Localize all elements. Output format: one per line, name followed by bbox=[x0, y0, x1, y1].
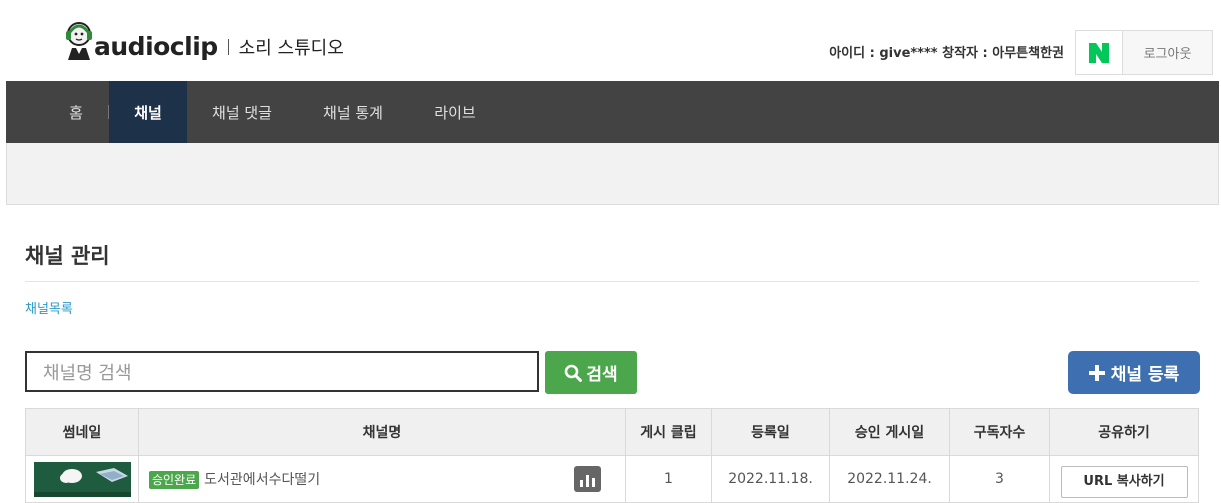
header: audioclip 소리 스튜디오 아이디 : give**** 창작자 : 아… bbox=[0, 0, 1221, 81]
main-nav: 홈 채널 채널 댓글 채널 통계 라이브 bbox=[6, 81, 1219, 143]
table-header-row: 썸네일 채널명 게시 클립 등록일 승인 게시일 구독자수 공유하기 bbox=[25, 408, 1199, 456]
share-cell: URL 복사하기 bbox=[1049, 455, 1199, 503]
nav-item-home[interactable]: 홈 bbox=[56, 81, 96, 143]
plus-icon bbox=[1088, 364, 1105, 381]
magnifier-icon bbox=[565, 364, 583, 382]
logo-divider bbox=[227, 39, 229, 55]
register-button-label: 채널 등록 bbox=[1110, 365, 1180, 385]
sub-nav-bar bbox=[6, 143, 1219, 205]
approved-cell: 2022.11.24. bbox=[829, 455, 950, 503]
channel-table: 썸네일 채널명 게시 클립 등록일 승인 게시일 구독자수 공유하기 승인완료 … bbox=[25, 408, 1199, 503]
table-row: 승인완료 도서관에서수다떨기 1 2022.11.18. 2022.11.24. … bbox=[25, 455, 1199, 503]
col-subscribers: 구독자수 bbox=[949, 408, 1050, 456]
col-thumbnail: 썸네일 bbox=[25, 408, 139, 456]
page-title: 채널 관리 bbox=[25, 244, 110, 268]
subscribers-cell: 3 bbox=[949, 455, 1050, 503]
bar-chart-icon[interactable] bbox=[574, 466, 601, 492]
studio-title: 소리 스튜디오 bbox=[238, 37, 344, 59]
register-channel-button[interactable]: 채널 등록 bbox=[1068, 351, 1200, 394]
nav-item-channel-comments[interactable]: 채널 댓글 bbox=[198, 81, 286, 143]
nav-item-channel-stats[interactable]: 채널 통계 bbox=[309, 81, 397, 143]
title-divider bbox=[25, 281, 1199, 282]
thumbnail-cell bbox=[25, 455, 139, 503]
naver-button[interactable] bbox=[1075, 30, 1123, 75]
logo-text: audioclip bbox=[94, 31, 218, 61]
headphone-person-icon bbox=[62, 20, 96, 62]
search-button-label: 검색 bbox=[586, 365, 618, 385]
nav-item-channel[interactable]: 채널 bbox=[109, 81, 187, 143]
user-info: 아이디 : give**** 창작자 : 아무튼책한권 bbox=[829, 46, 1064, 61]
status-badge: 승인완료 bbox=[149, 471, 200, 489]
audioclip-logo[interactable]: audioclip 소리 스튜디오 bbox=[62, 18, 344, 64]
breadcrumb-channel-list[interactable]: 채널목록 bbox=[25, 298, 73, 317]
col-channel-name: 채널명 bbox=[138, 408, 626, 456]
clips-cell: 1 bbox=[625, 455, 712, 503]
channel-name-link[interactable]: 도서관에서수다떨기 bbox=[204, 472, 320, 488]
search-button[interactable]: 검색 bbox=[545, 351, 637, 394]
col-approved: 승인 게시일 bbox=[829, 408, 950, 456]
registered-cell: 2022.11.18. bbox=[711, 455, 830, 503]
channel-search-input[interactable]: 채널명 검색 bbox=[25, 351, 539, 392]
col-clips: 게시 클립 bbox=[625, 408, 712, 456]
col-share: 공유하기 bbox=[1049, 408, 1199, 456]
nav-item-live[interactable]: 라이브 bbox=[420, 81, 490, 143]
channel-thumbnail[interactable] bbox=[33, 461, 131, 497]
logout-button[interactable]: 로그아웃 bbox=[1122, 30, 1213, 75]
copy-url-button[interactable]: URL 복사하기 bbox=[1060, 466, 1188, 498]
col-registered: 등록일 bbox=[711, 408, 830, 456]
channel-name-cell: 승인완료 도서관에서수다떨기 bbox=[138, 455, 626, 503]
naver-n-icon bbox=[1089, 42, 1109, 63]
